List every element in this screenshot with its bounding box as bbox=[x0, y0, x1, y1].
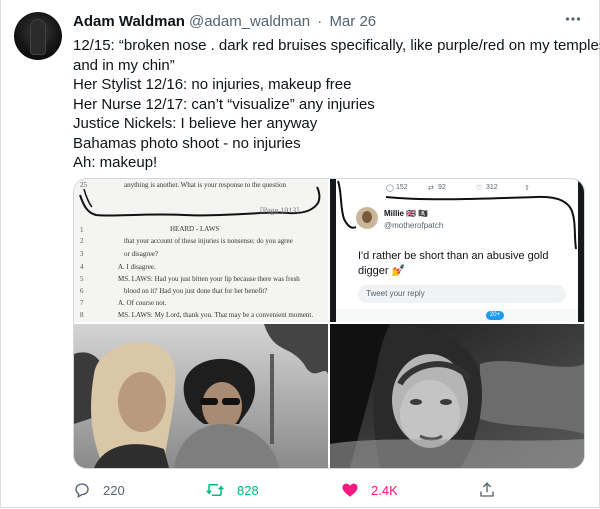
screenshot-text: digger 💅 bbox=[358, 265, 406, 277]
like-button[interactable]: 2.4K bbox=[341, 480, 398, 500]
reply-count: 220 bbox=[103, 482, 125, 498]
transcript-line-number: 4 bbox=[80, 263, 84, 271]
heart-icon bbox=[341, 481, 359, 499]
retweet-count: 828 bbox=[237, 482, 259, 498]
portrait-photo-art bbox=[330, 324, 584, 468]
transcript-line-number: 5 bbox=[80, 275, 84, 283]
transcript-line-number: 8 bbox=[80, 311, 84, 319]
screenshot-user-name: Millie 🇬🇧 🏴‍☠️ bbox=[384, 209, 429, 218]
transcript-text: or disagree? bbox=[124, 250, 159, 258]
reply-button[interactable]: 220 bbox=[73, 480, 125, 500]
reply-icon bbox=[73, 481, 91, 499]
transcript-text: A. I disagree. bbox=[118, 263, 156, 271]
tweet-screenshot-image[interactable]: ◯ 152 ⇄ 92 ♡ 312 ⇧ Millie 🇬🇧 🏴‍☠️ @mothe… bbox=[330, 179, 584, 322]
transcript-page: [Page 1913] bbox=[260, 206, 299, 215]
notification-badge: 20+ bbox=[486, 311, 504, 320]
screenshot-tabbar bbox=[336, 309, 578, 322]
tweet-actions: 220 828 2.4K bbox=[73, 480, 593, 500]
screenshot-text: I'd rather be short than an abusive gold bbox=[358, 250, 549, 262]
transcript-line-number: 3 bbox=[80, 250, 84, 258]
avatar-figure bbox=[31, 20, 45, 54]
transcript-text: A. Of course not. bbox=[118, 299, 167, 307]
portrait-photo[interactable] bbox=[330, 324, 584, 468]
screenshot-avatar bbox=[356, 207, 378, 229]
tweet-text: 12/15: “broken nose . dark red bruises s… bbox=[73, 36, 600, 173]
couple-photo[interactable] bbox=[74, 324, 328, 468]
tweet-line: 12/15: “broken nose . dark red bruises s… bbox=[73, 37, 600, 54]
tweet-line: Ah: makeup! bbox=[73, 154, 158, 171]
screenshot-user-handle: @motherofpatch bbox=[384, 221, 444, 230]
share-icon bbox=[478, 481, 496, 499]
phone-screen: ◯ 152 ⇄ 92 ♡ 312 ⇧ Millie 🇬🇧 🏴‍☠️ @mothe… bbox=[336, 179, 578, 322]
transcript-line-number: 2 bbox=[80, 237, 84, 245]
scribble-mark bbox=[79, 186, 321, 217]
like-count: 2.4K bbox=[371, 482, 398, 498]
tweet-line: Her Stylist 12/16: no injuries, makeup f… bbox=[73, 76, 352, 93]
transcript-text: MS. LAWS: My Lord, thank you. That may b… bbox=[118, 311, 314, 319]
transcript-image[interactable]: 25 anything is another. What is your res… bbox=[74, 179, 328, 322]
tweet-date[interactable]: Mar 26 bbox=[329, 13, 376, 30]
transcript-text: that your account of these injuries is n… bbox=[124, 237, 293, 245]
transcript-line-number: 1 bbox=[80, 226, 84, 234]
author-avatar[interactable] bbox=[14, 12, 62, 60]
author-handle[interactable]: @adam_waldman bbox=[189, 13, 310, 30]
tweet-line: Her Nurse 12/17: can’t “visualize” any i… bbox=[73, 95, 375, 113]
meta-separator: · bbox=[317, 13, 323, 30]
transcript-line-number: 7 bbox=[80, 299, 84, 307]
tweet-header: Adam Waldman @adam_waldman · Mar 26 bbox=[73, 12, 376, 32]
transcript-line-number: 6 bbox=[80, 287, 84, 295]
tweet-line: Justice Nickels: I believe her anyway bbox=[73, 115, 318, 132]
couple-photo-art bbox=[74, 324, 328, 468]
author-name[interactable]: Adam Waldman bbox=[73, 13, 185, 30]
tweet-line: Bahamas photo shoot - no injuries bbox=[73, 134, 301, 152]
transcript-text: MS. LAWS: Had you just bitten your lip b… bbox=[118, 275, 300, 283]
retweet-button[interactable]: 828 bbox=[205, 480, 259, 500]
retweet-icon bbox=[205, 481, 225, 499]
share-button[interactable] bbox=[478, 480, 496, 500]
transcript-heading: HEARD - LAWS bbox=[170, 225, 220, 233]
media-grid: 25 anything is another. What is your res… bbox=[73, 178, 585, 469]
tweet-line: and in my chin” bbox=[73, 56, 175, 74]
more-options-icon[interactable] bbox=[562, 10, 584, 28]
transcript-text: blood on it? Had you just done that for … bbox=[124, 287, 268, 295]
screenshot-reply-field: Tweet your reply bbox=[358, 285, 566, 303]
